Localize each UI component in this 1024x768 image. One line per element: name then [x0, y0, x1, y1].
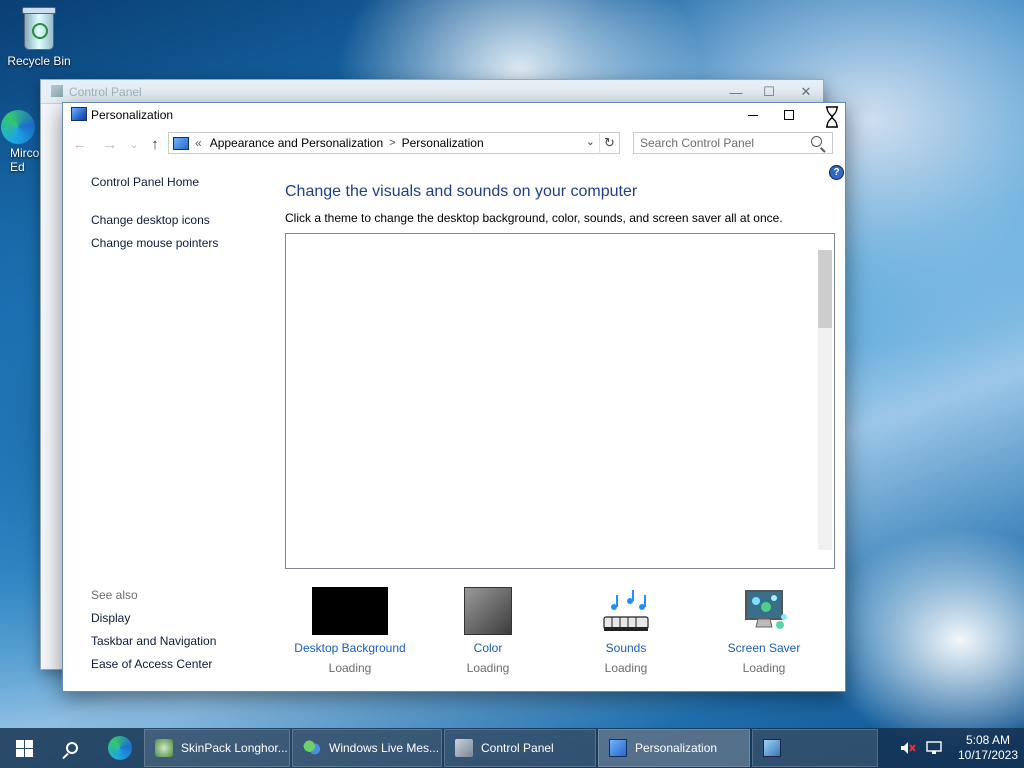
- address-overflow-chevrons[interactable]: «: [195, 136, 202, 150]
- edge-desktop-icon[interactable]: Mirco Ed: [0, 106, 44, 174]
- clock-date: 10/17/2023: [957, 748, 1019, 762]
- recent-locations-dropdown[interactable]: ⌄: [125, 135, 143, 153]
- bg-window-titlebar: Control Panel — ☐ ✕: [41, 80, 823, 104]
- edge-icon: [108, 736, 132, 760]
- taskbar-edge-button[interactable]: [96, 728, 144, 768]
- screen-saver-status: Loading: [742, 661, 786, 675]
- network-icon[interactable]: [926, 741, 942, 755]
- task-label: Personalization: [635, 741, 718, 755]
- desktop-background-item[interactable]: Desktop Background Loading: [285, 587, 415, 675]
- address-bar[interactable]: « Appearance and Personalization > Perso…: [168, 132, 620, 154]
- main-content: Change the visuals and sounds on your co…: [285, 183, 783, 225]
- hourglass-cursor-icon: [826, 106, 838, 128]
- personalization-window: Personalization ← → ⌄ ↑ « Appearance and…: [62, 102, 846, 692]
- system-tray: 5:08 AM 10/17/2023: [900, 728, 1024, 768]
- task-label: Windows Live Mes...: [329, 741, 440, 755]
- sidebar: Control Panel Home Change desktop icons …: [91, 175, 291, 259]
- breadcrumb-appearance[interactable]: Appearance and Personalization: [210, 136, 383, 150]
- task-control-panel[interactable]: Control Panel: [444, 729, 596, 767]
- sounds-icon: [603, 590, 649, 631]
- search-icon: [66, 742, 78, 754]
- change-desktop-icons-link[interactable]: Change desktop icons: [91, 213, 291, 227]
- skinpack-icon: [155, 739, 173, 757]
- screen-saver-link[interactable]: Screen Saver: [699, 641, 829, 655]
- search-input[interactable]: [633, 132, 833, 154]
- edge-icon: [1, 110, 35, 144]
- windows-logo-icon: [15, 739, 33, 757]
- up-button[interactable]: ↑: [146, 135, 164, 153]
- maximize-icon: [784, 110, 794, 120]
- taskbar-search-button[interactable]: [48, 728, 96, 768]
- breadcrumb-personalization[interactable]: Personalization: [402, 136, 484, 150]
- control-panel-home-link[interactable]: Control Panel Home: [91, 175, 291, 189]
- sounds-item[interactable]: Sounds Loading: [561, 587, 691, 675]
- maximize-button[interactable]: [771, 103, 807, 127]
- control-panel-icon: [455, 739, 473, 757]
- personalization-app-icon: [71, 107, 87, 121]
- start-button[interactable]: [0, 728, 48, 768]
- customization-items: Desktop Background Loading Color Loading…: [285, 587, 835, 679]
- recycle-bin-desktop-icon[interactable]: Recycle Bin: [3, 4, 75, 68]
- color-link[interactable]: Color: [423, 641, 553, 655]
- sounds-status: Loading: [604, 661, 648, 675]
- recycle-bin-icon: [22, 7, 56, 50]
- window-title: Personalization: [91, 108, 174, 122]
- control-panel-location-icon: [173, 136, 189, 150]
- search-icon[interactable]: [811, 136, 822, 147]
- address-dropdown-icon[interactable]: ⌄: [586, 135, 595, 148]
- bg-maximize-button[interactable]: ☐: [750, 80, 788, 104]
- back-button[interactable]: ←: [71, 135, 89, 153]
- screen-saver-item[interactable]: Screen Saver Loading: [699, 587, 829, 675]
- task-network-window[interactable]: [752, 729, 878, 767]
- bg-window-title: Control Panel: [69, 85, 142, 99]
- task-personalization[interactable]: Personalization: [598, 729, 750, 767]
- task-label: SkinPack Longhor...: [181, 741, 288, 755]
- clock[interactable]: 5:08 AM 10/17/2023: [952, 733, 1024, 763]
- edge-desktop-label: Mirco Ed: [10, 146, 40, 174]
- help-icon[interactable]: ?: [829, 165, 844, 180]
- refresh-button[interactable]: ↻: [599, 132, 619, 154]
- minimize-icon: [748, 114, 758, 116]
- control-panel-app-icon: [51, 85, 63, 97]
- window-titlebar[interactable]: Personalization: [63, 103, 845, 128]
- see-also-heading: See also: [91, 588, 138, 602]
- desktop-background-icon: [312, 587, 388, 635]
- breadcrumb-separator[interactable]: >: [389, 137, 395, 149]
- task-label: Control Panel: [481, 741, 554, 755]
- color-status: Loading: [466, 661, 510, 675]
- task-skinpack[interactable]: SkinPack Longhor...: [144, 729, 290, 767]
- scrollbar-thumb[interactable]: [818, 250, 832, 328]
- theme-list-scrollbar[interactable]: [818, 250, 832, 550]
- desktop-background-link[interactable]: Desktop Background: [285, 641, 415, 655]
- taskbar: SkinPack Longhor... Windows Live Mes... …: [0, 728, 1024, 768]
- screen-saver-icon: [745, 590, 787, 629]
- desktop-background-status: Loading: [328, 661, 372, 675]
- volume-muted-icon[interactable]: [900, 741, 916, 755]
- display-link[interactable]: Display: [91, 611, 216, 625]
- see-also-section: See also Display Taskbar and Navigation …: [91, 588, 216, 680]
- bg-close-button[interactable]: ✕: [787, 80, 825, 104]
- messenger-icon: [303, 739, 321, 757]
- sounds-link[interactable]: Sounds: [561, 641, 691, 655]
- theme-list[interactable]: [285, 233, 835, 569]
- change-mouse-pointers-link[interactable]: Change mouse pointers: [91, 236, 291, 250]
- recycle-bin-label: Recycle Bin: [7, 54, 71, 68]
- taskbar-navigation-link[interactable]: Taskbar and Navigation: [91, 634, 216, 648]
- page-subtitle: Click a theme to change the desktop back…: [285, 211, 783, 225]
- task-messenger[interactable]: Windows Live Mes...: [292, 729, 442, 767]
- color-item[interactable]: Color Loading: [423, 587, 553, 675]
- close-button[interactable]: [807, 103, 843, 128]
- navigation-bar: ← → ⌄ ↑ « Appearance and Personalization…: [63, 127, 845, 161]
- forward-button[interactable]: →: [101, 135, 119, 153]
- clock-time: 5:08 AM: [965, 733, 1011, 747]
- personalization-icon: [609, 739, 627, 757]
- computer-icon: [763, 739, 781, 757]
- minimize-button[interactable]: [735, 103, 771, 127]
- color-icon: [464, 587, 512, 635]
- page-title: Change the visuals and sounds on your co…: [285, 183, 638, 200]
- ease-of-access-link[interactable]: Ease of Access Center: [91, 657, 216, 671]
